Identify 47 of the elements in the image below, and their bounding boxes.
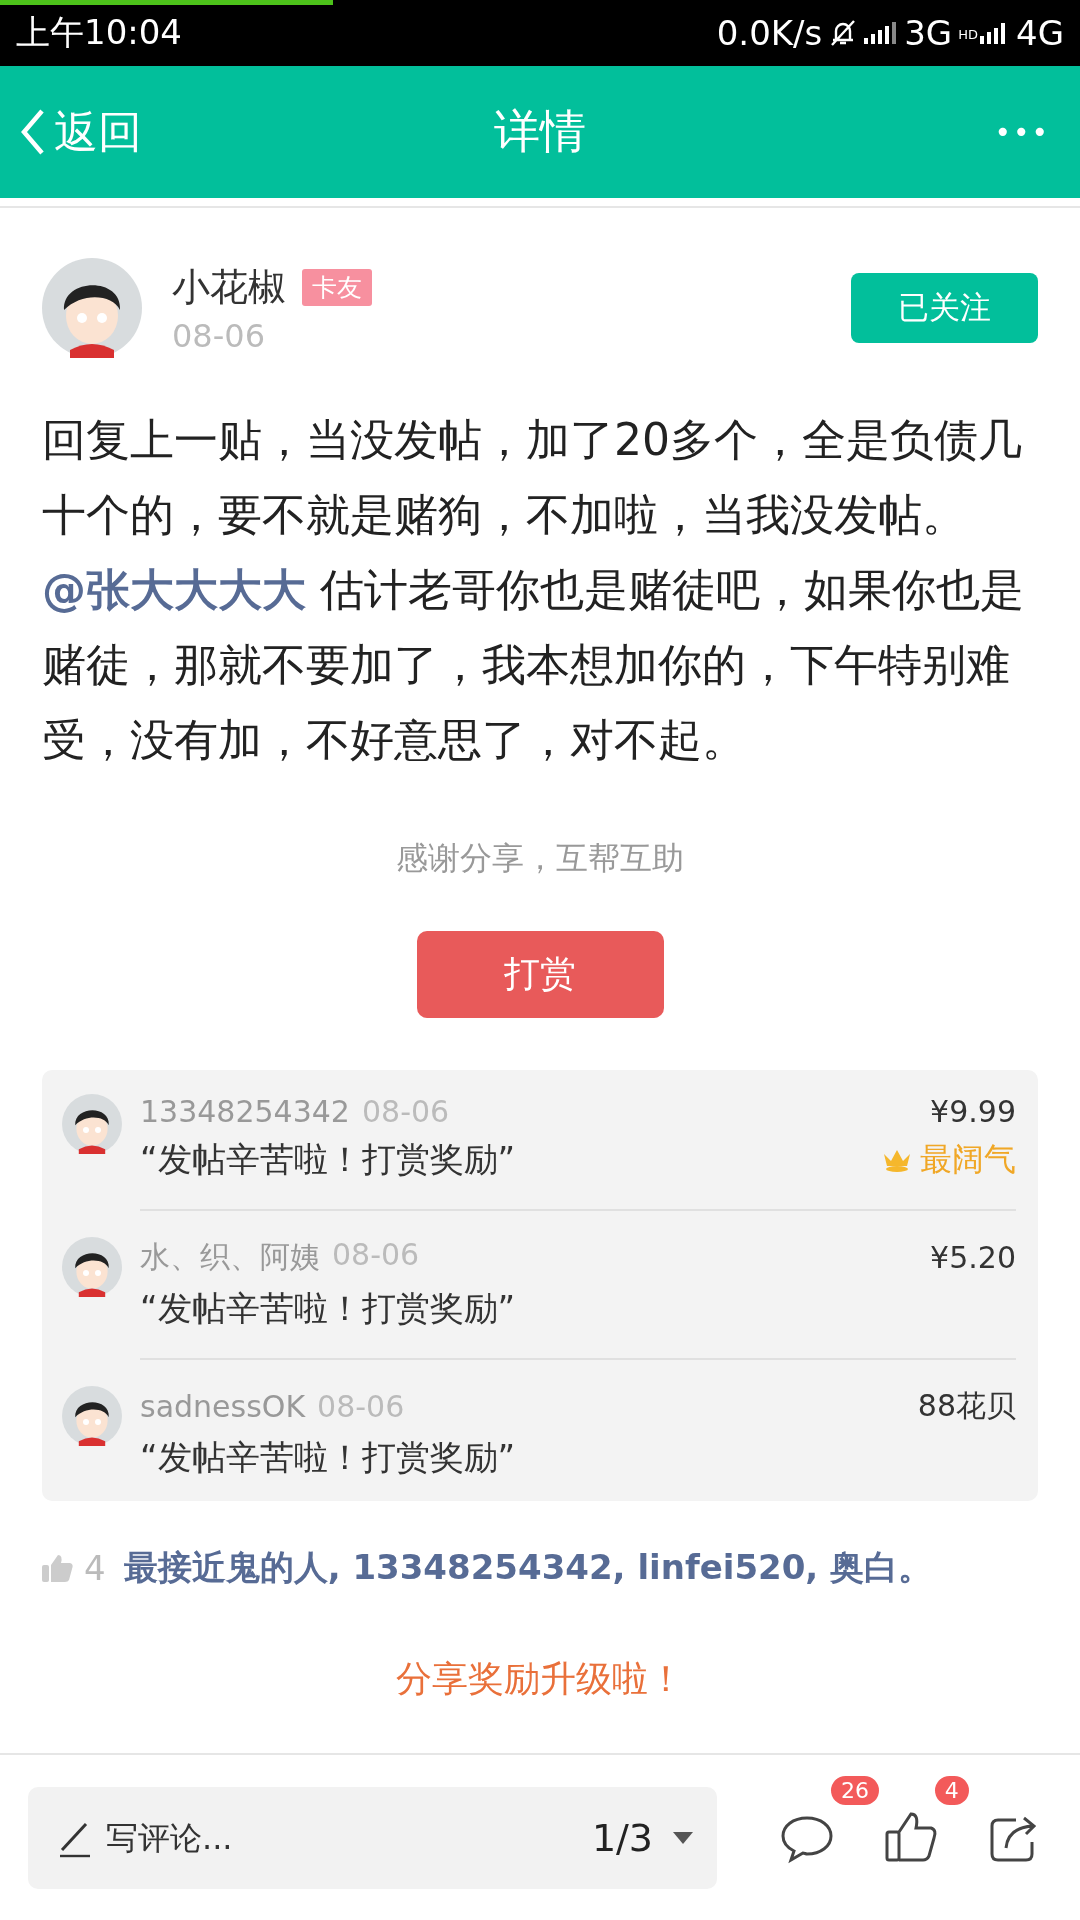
dropdown-caret-icon[interactable] [671,1829,696,1846]
promo-text: 分享奖励升级啦！ [395,1657,685,1701]
network-type: 4G [1016,13,1064,53]
comment-box[interactable]: 写评论... 1/3 [28,1786,718,1889]
page-title: 详情 [494,103,586,160]
back-chevron-icon [20,108,46,156]
rewarder-name[interactable]: 13348254342 [140,1094,350,1129]
avatar[interactable] [62,1237,122,1297]
follow-button[interactable]: 已关注 [851,273,1038,343]
status-time: 上午10:04 [16,11,182,54]
reward-amount: 88花贝 [917,1387,1016,1425]
reward-amount: ¥9.99 [930,1094,1016,1129]
network-speed: 0.0K/s [716,13,823,53]
top-tipper-label: 最阔气 [920,1139,1016,1180]
back-button[interactable]: 返回 [20,102,142,162]
like-count-badge: 4 [934,1775,969,1805]
liker-names[interactable]: 最接近鬼的人, 13348254342, linfei520, 奥白。 [123,1545,933,1591]
post-paragraph: 回复上一贴，当没发帖，加了20多个，全是负债几十个的，要不就是赌狗，不加啦，当我没发帖。 [42,413,1023,542]
page-indicator: 1/3 [591,1815,654,1860]
thumbs-up-icon [42,1553,74,1583]
reward-message: “发帖辛苦啦！打赏奖励” [140,1138,516,1181]
comment-field[interactable]: 写评论... [104,1817,584,1858]
reward-button[interactable]: 打赏 [416,931,664,1018]
reward-message: “发帖辛苦啦！打赏奖励” [140,1436,516,1479]
rewarder-name[interactable]: 水、织、阿姨 [140,1237,320,1278]
author-name[interactable]: 小花椒 [172,261,286,313]
hd-label: HD [958,27,978,42]
mention-link[interactable]: @张大大大大 [42,564,306,615]
avatar[interactable] [62,1386,122,1446]
reward-message: “发帖辛苦啦！打赏奖励” [140,1287,516,1330]
post-date: 08-06 [172,316,266,355]
network-type: 3G [904,13,953,53]
comment-count-badge: 26 [831,1775,880,1805]
signal-icon [864,20,899,46]
reward-date: 08-06 [361,1094,450,1129]
rewarder-name[interactable]: sadnessOK [140,1389,306,1424]
thanks-text: 感谢分享，互帮互助 [395,838,685,879]
post-paragraph: @张大大大大 估计老哥你也是赌徒吧，如果你也是赌徒，那就不要加了，我本想加你的，下午特别难受，没有加，不好意思了，对不起。 [42,563,1025,767]
avatar[interactable] [42,258,142,358]
avatar[interactable] [62,1094,122,1154]
reward-date: 08-06 [317,1389,405,1424]
like-count: 4 [84,1548,106,1588]
reward-date: 08-06 [332,1237,420,1274]
reward-amount: ¥5.20 [930,1240,1016,1275]
user-badge: 卡友 [302,268,372,306]
more-button[interactable]: ••• [984,115,1060,149]
crown-icon [882,1148,912,1172]
